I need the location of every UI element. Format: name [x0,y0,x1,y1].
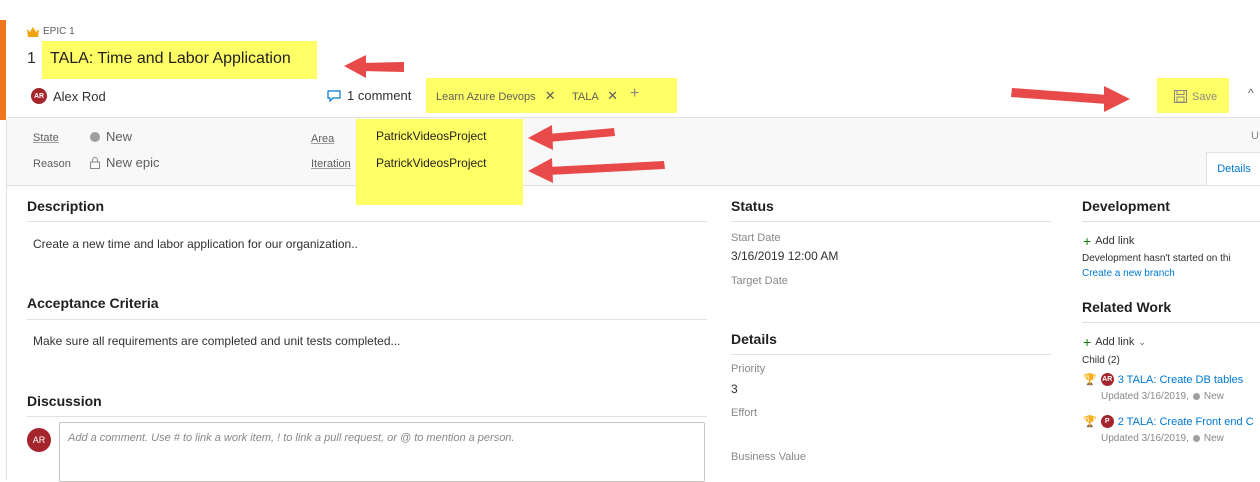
create-branch-link[interactable]: Create a new branch [1082,268,1175,279]
comment-count: 1 comment [347,88,412,103]
save-icon [1174,90,1187,103]
divider [1082,221,1260,222]
area-label: Area [311,133,335,145]
author-name: Alex Rod [53,88,106,104]
related-item-title[interactable]: 2 TALA: Create Front end C [1118,416,1254,428]
field-band [7,117,1260,186]
priority-label: Priority [731,363,766,375]
acceptance-text[interactable]: Make sure all requirements are completed… [33,334,401,348]
work-item-id: 1 [27,50,36,67]
tag-learn-azure-devops[interactable]: Learn Azure Devops ✕ [436,88,556,104]
state-dot-icon [1192,435,1200,442]
start-date-field[interactable]: 3/16/2019 12:00 AM [731,249,838,263]
tag-tala[interactable]: TALA ✕ [572,88,618,104]
lock-icon [90,156,100,169]
save-label: Save [1192,90,1218,103]
divider [27,319,707,320]
close-icon[interactable]: ✕ [607,88,618,103]
acceptance-title: Acceptance Criteria [27,295,159,311]
related-work-title: Related Work [1082,299,1172,315]
start-date-label: Start Date [731,232,781,244]
status-title: Status [731,198,774,214]
priority-field[interactable]: 3 [731,382,738,396]
divider [27,221,707,222]
arrow-to-title [344,55,404,78]
related-add-link[interactable]: + Add link ⌄ [1083,334,1146,350]
related-item-meta: Updated 3/16/2019, New [1101,391,1224,402]
tab-details[interactable]: Details [1206,152,1260,185]
discussion-title: Discussion [27,393,102,409]
reason-label: Reason [33,158,71,170]
development-status-text: Development hasn't started on thi [1082,253,1231,264]
iteration-field[interactable]: PatrickVideosProject [376,156,487,170]
add-tag-icon[interactable]: + [630,85,639,103]
avatar: AR [27,428,51,452]
divider [731,354,1051,355]
development-add-link[interactable]: + Add link [1083,233,1134,249]
comments-link[interactable]: 1 comment [327,88,411,103]
iteration-label: Iteration [311,158,351,170]
epic-color-bar [0,20,6,120]
chevron-down-icon: ⌄ [1138,336,1146,347]
related-item[interactable]: 🏆 P 2 TALA: Create Front end C [1083,415,1260,428]
comment-icon [327,89,341,102]
reason-field[interactable]: New epic [90,155,159,170]
close-icon[interactable]: ✕ [545,88,556,103]
truncated-field-label: U [1251,130,1259,142]
description-title: Description [27,198,105,214]
divider [1082,322,1260,323]
business-value-label: Business Value [731,451,807,463]
save-button[interactable]: Save [1174,90,1217,103]
comment-input[interactable]: Add a comment. Use # to link a work item… [59,422,705,482]
arrow-to-save [1011,86,1130,112]
trophy-icon: 🏆 [1083,416,1097,428]
assigned-to[interactable]: AR Alex Rod [31,88,106,104]
avatar: AR [1100,373,1114,386]
state-dot-icon [1192,393,1200,400]
collapse-header-icon[interactable]: ^ [1248,86,1254,100]
avatar: P [1100,415,1114,428]
details-title: Details [731,331,777,347]
state-dot-icon [90,131,100,142]
crown-icon [27,26,39,37]
area-field[interactable]: PatrickVideosProject [376,129,487,143]
work-item-type: EPIC 1 [27,26,75,37]
work-item-title[interactable]: TALA: Time and Labor Application [50,50,291,68]
state-field[interactable]: New [90,129,132,144]
development-title: Development [1082,198,1170,214]
trophy-icon: 🏆 [1083,374,1097,386]
avatar: AR [31,88,47,104]
effort-label: Effort [731,407,758,419]
related-item[interactable]: 🏆 AR 3 TALA: Create DB tables [1083,373,1243,386]
related-item-meta: Updated 3/16/2019, New [1101,433,1224,444]
divider [731,221,1051,222]
description-text[interactable]: Create a new time and labor application … [33,237,358,251]
child-label: Child (2) [1082,355,1120,366]
related-item-title[interactable]: 3 TALA: Create DB tables [1118,374,1244,386]
plus-icon: + [1083,233,1092,249]
target-date-label: Target Date [731,275,788,287]
state-label: State [33,132,59,144]
work-item-type-label: EPIC 1 [43,26,75,37]
plus-icon: + [1083,334,1092,350]
divider [27,416,707,417]
